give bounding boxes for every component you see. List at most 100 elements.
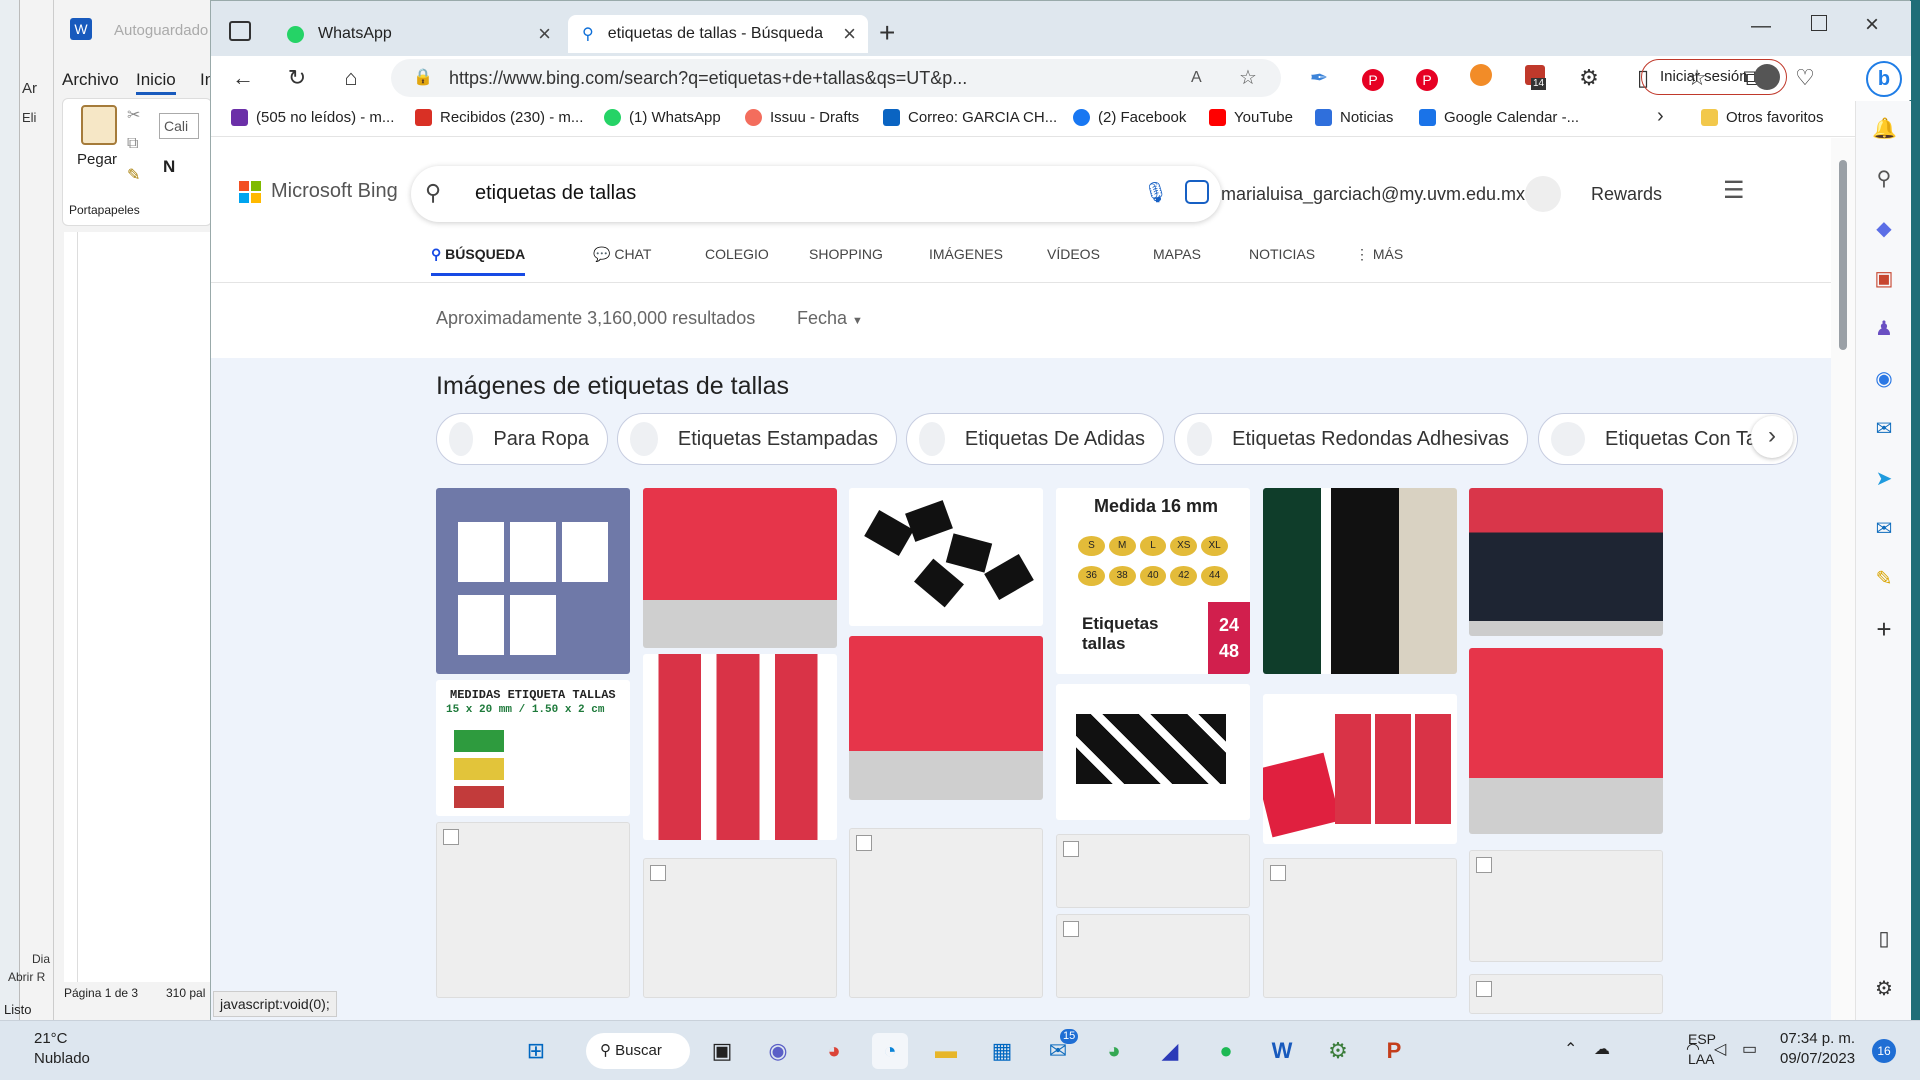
pinterest-save-icon[interactable]: P: [1413, 64, 1441, 92]
bing-logo[interactable]: Microsoft Bing: [239, 180, 398, 203]
favorite-item[interactable]: Google Calendar -...: [1419, 109, 1579, 126]
extension-orange-icon[interactable]: [1467, 64, 1495, 92]
word-icon[interactable]: W: [1264, 1033, 1300, 1069]
font-box[interactable]: Cali: [159, 113, 199, 139]
spotify-icon[interactable]: ●: [1208, 1033, 1244, 1069]
chevron-right-icon[interactable]: ›: [1751, 416, 1793, 458]
favorite-item[interactable]: YouTube: [1209, 109, 1293, 126]
autosave-label[interactable]: Autoguardado: [114, 22, 208, 39]
lock-icon[interactable]: 🔒: [413, 59, 433, 97]
chrome-icon[interactable]: ◕: [816, 1033, 852, 1069]
favorite-item[interactable]: Noticias: [1315, 109, 1393, 126]
chrome-icon[interactable]: ◕: [1096, 1033, 1132, 1069]
extension-feather-icon[interactable]: ✒: [1305, 64, 1333, 92]
copilot-icon[interactable]: b: [1866, 61, 1902, 97]
image-thumbnail[interactable]: [849, 488, 1043, 626]
read-aloud-icon[interactable]: A: [1191, 59, 1202, 97]
image-thumbnail[interactable]: [436, 488, 630, 674]
scrollbar-thumb[interactable]: [1839, 160, 1847, 350]
microphone-icon[interactable]: 🎙: [1143, 180, 1168, 205]
tab-whatsapp[interactable]: WhatsApp ×: [273, 15, 563, 53]
chip-etiquetas-adidas[interactable]: Etiquetas De Adidas: [906, 413, 1164, 465]
volume-icon[interactable]: ◁: [1714, 1039, 1726, 1059]
mail-icon[interactable]: ✉ 15: [1040, 1029, 1079, 1069]
new-tab-icon[interactable]: +: [879, 17, 895, 49]
image-section-title[interactable]: Imágenes de etiquetas de tallas: [436, 372, 789, 401]
tab-mapas[interactable]: MAPAS: [1153, 246, 1201, 262]
task-view-icon[interactable]: ▣: [704, 1033, 740, 1069]
close-icon[interactable]: ×: [538, 21, 551, 47]
file-explorer-icon[interactable]: ▬: [928, 1033, 964, 1069]
image-thumbnail[interactable]: [1056, 834, 1250, 908]
maximize-icon[interactable]: [1811, 15, 1827, 31]
document-page[interactable]: [78, 232, 214, 982]
image-thumbnail[interactable]: [643, 488, 837, 648]
image-thumbnail[interactable]: [1263, 694, 1457, 844]
back-icon[interactable]: ←: [229, 64, 257, 92]
hamburger-menu-icon[interactable]: ☰: [1723, 176, 1745, 205]
image-thumbnail[interactable]: [849, 828, 1043, 998]
app-icon[interactable]: ◢: [1152, 1033, 1188, 1069]
add-icon[interactable]: +: [1872, 616, 1896, 642]
outlook-icon[interactable]: ✉: [1872, 417, 1896, 441]
favorite-item[interactable]: (2) Facebook: [1073, 109, 1186, 126]
search-query[interactable]: etiquetas de tallas: [475, 182, 636, 205]
page-scrollbar[interactable]: [1831, 138, 1855, 1021]
format-painter-icon[interactable]: ✎: [127, 165, 140, 185]
wifi-icon[interactable]: ◠: [1686, 1039, 1700, 1059]
visual-search-icon[interactable]: [1185, 180, 1209, 204]
onedrive-icon[interactable]: ☁: [1594, 1039, 1610, 1059]
image-thumbnail[interactable]: [1469, 648, 1663, 834]
tab-videos[interactable]: VÍDEOS: [1047, 246, 1100, 262]
start-icon[interactable]: ⊞: [518, 1033, 554, 1069]
address-bar[interactable]: 🔒 https://www.bing.com/search?q=etiqueta…: [391, 59, 1281, 97]
edge-icon[interactable]: ◔: [872, 1033, 908, 1069]
paste-icon[interactable]: [81, 105, 117, 145]
image-thumbnail[interactable]: [1469, 850, 1663, 962]
pinterest-icon[interactable]: P: [1359, 64, 1387, 92]
tab-noticias[interactable]: NOTICIAS: [1249, 246, 1315, 262]
search-icon[interactable]: ⚲: [1872, 167, 1896, 191]
image-thumbnail[interactable]: [1056, 914, 1250, 998]
notification-badge[interactable]: 16: [1872, 1039, 1896, 1063]
account-email[interactable]: marialuisa_garciach@my.uvm.edu.mx: [1221, 184, 1525, 205]
user-icon[interactable]: [1525, 176, 1561, 212]
image-thumbnail[interactable]: [1263, 488, 1457, 674]
note-icon[interactable]: ✎: [1872, 567, 1896, 591]
chip-etiquetas-estampadas[interactable]: Etiquetas Estampadas: [617, 413, 897, 465]
tab-busqueda[interactable]: ⚲ BÚSQUEDA: [431, 246, 526, 276]
close-window-icon[interactable]: ×: [1865, 11, 1879, 39]
tools-icon[interactable]: ▣: [1872, 267, 1896, 291]
tab-home[interactable]: Inicio: [136, 70, 176, 95]
games-icon[interactable]: ♟: [1872, 317, 1896, 341]
rewards-link[interactable]: Rewards: [1591, 184, 1662, 205]
tab-chat[interactable]: 💬 CHAT: [593, 246, 651, 263]
battery-icon[interactable]: ▭: [1742, 1039, 1757, 1059]
favorite-item[interactable]: (1) WhatsApp: [604, 109, 721, 126]
sidebar-toggle-icon[interactable]: ▯: [1872, 927, 1896, 951]
image-thumbnail[interactable]: MEDIDAS ETIQUETA TALLAS 15 x 20 mm / 1.5…: [436, 680, 630, 816]
send-icon[interactable]: ➤: [1872, 467, 1896, 491]
extension-badge-icon[interactable]: 14: [1521, 64, 1549, 92]
chip-etiquetas-redondas[interactable]: Etiquetas Redondas Adhesivas: [1174, 413, 1528, 465]
search-box[interactable]: ⚲ etiquetas de tallas 🎙: [411, 166, 1221, 222]
favorite-item[interactable]: Recibidos (230) - m...: [415, 109, 583, 126]
bell-icon[interactable]: 🔔: [1872, 117, 1897, 141]
extensions-puzzle-icon[interactable]: ⚙: [1575, 64, 1603, 92]
cut-icon[interactable]: ✂: [127, 105, 140, 125]
chevron-up-icon[interactable]: ⌃: [1564, 1039, 1577, 1059]
tab-actions-icon[interactable]: [229, 21, 251, 41]
microsoft365-icon[interactable]: ◉: [1872, 367, 1896, 391]
image-thumbnail[interactable]: [643, 858, 837, 998]
clock[interactable]: 07:34 p. m. 09/07/2023: [1780, 1029, 1855, 1069]
tab-file[interactable]: Archivo: [62, 70, 119, 90]
sign-in-button[interactable]: Iniciar sesión: [1641, 59, 1787, 95]
image-thumbnail[interactable]: [1263, 858, 1457, 998]
refresh-icon[interactable]: ↻: [283, 64, 311, 92]
app-icon[interactable]: ⚙: [1320, 1033, 1356, 1069]
chevron-right-icon[interactable]: ›: [1657, 105, 1664, 128]
outlook-icon[interactable]: ✉: [1872, 517, 1896, 541]
browser-essentials-icon[interactable]: ♡: [1791, 64, 1819, 92]
home-icon[interactable]: ⌂: [337, 64, 365, 92]
favorite-item[interactable]: (505 no leídos) - m...: [231, 109, 394, 126]
